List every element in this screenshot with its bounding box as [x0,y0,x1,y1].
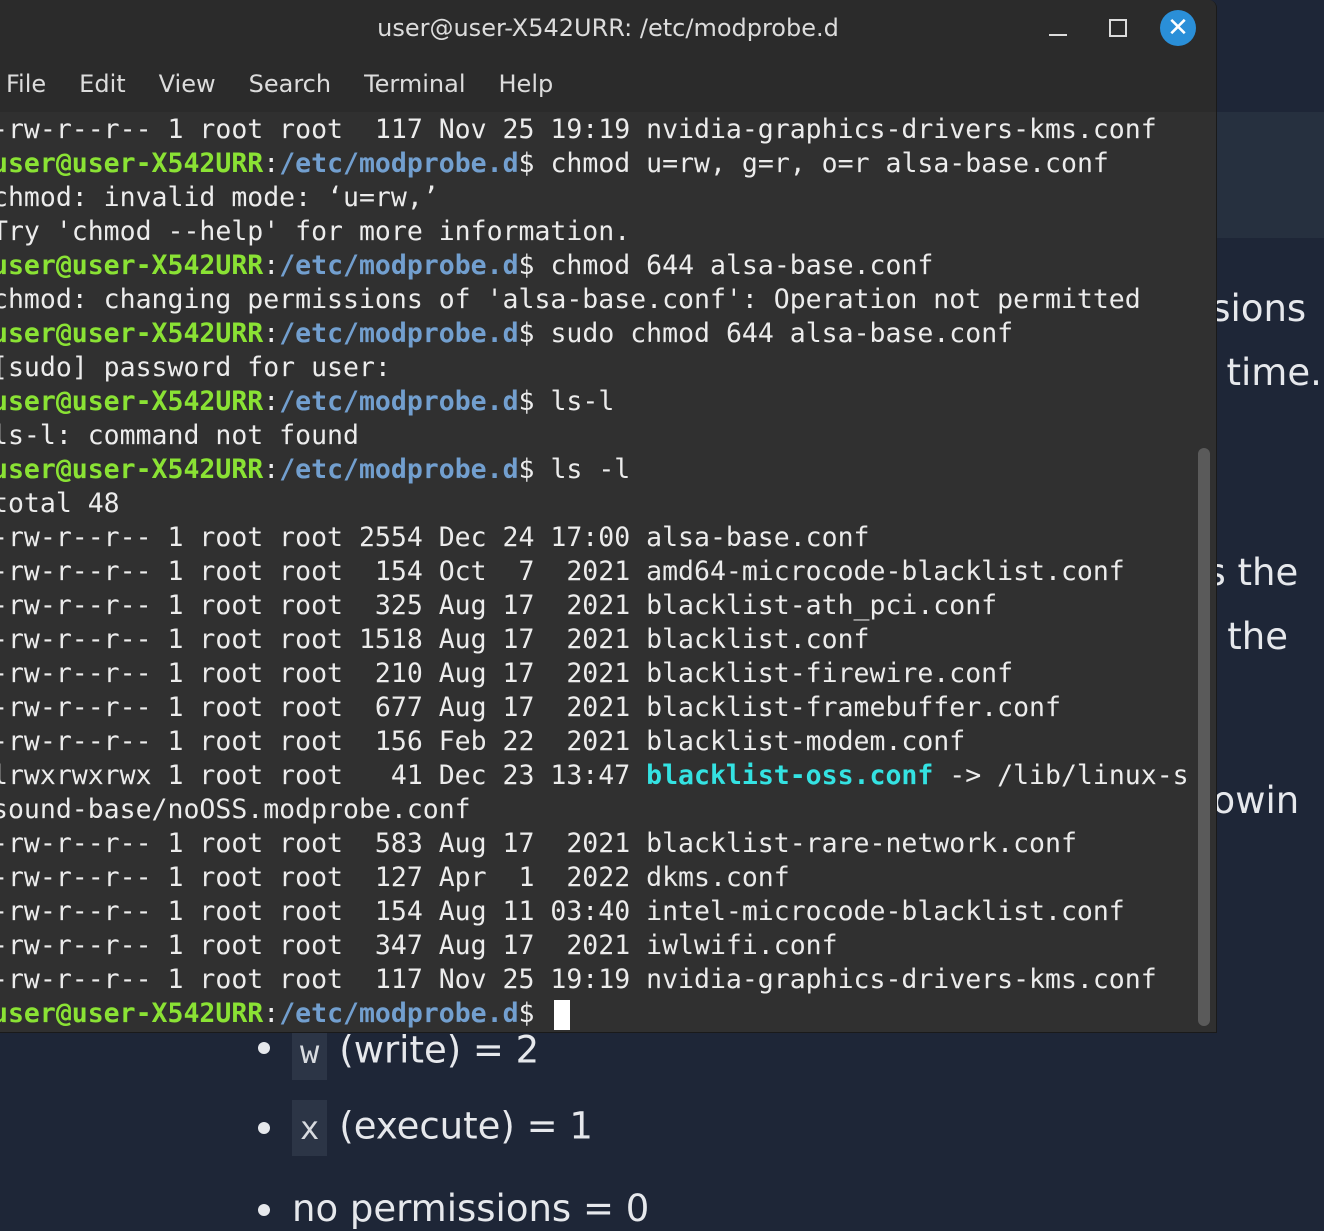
menu-terminal[interactable]: Terminal [364,70,465,98]
text-cursor [554,999,571,1030]
prompt-symbol: $ [518,998,551,1029]
title-bar[interactable]: user@user-X542URR: /etc/modprobe.d ✕ [0,0,1216,56]
background-header-band [1216,112,1324,238]
menu-help[interactable]: Help [499,70,554,98]
listing-text: -> /lib/linux-s [933,760,1189,791]
list-item-text: (execute) = 1 [339,1104,593,1148]
inline-code: x [292,1100,328,1156]
prompt-path: /etc/modprobe.d [279,318,519,349]
maximize-button[interactable] [1100,10,1136,46]
maximize-icon [1109,19,1127,37]
menu-edit[interactable]: Edit [79,70,125,98]
menu-bar: File Edit View Search Terminal Help [0,56,1216,112]
prompt-path: /etc/modprobe.d [279,148,519,179]
prompt-user-host: user@user-X542URR [0,148,264,179]
prompt-colon: : [263,998,280,1029]
prompt-colon: : [263,386,280,417]
terminal-line: user@user-X542URR:/etc/modprobe.d$ chmod… [0,147,1192,181]
terminal-line: -rw-r--r-- 1 root root 1518 Aug 17 2021 … [0,624,870,655]
minimize-button[interactable] [1040,10,1076,46]
terminal-line: -rw-r--r-- 1 root root 677 Aug 17 2021 b… [0,692,1061,723]
terminal-line: lrwxrwxrwx 1 root root 41 Dec 23 13:47 b… [0,759,1192,793]
terminal-line: -rw-r--r-- 1 root root 117 Nov 25 19:19 … [0,964,1157,995]
terminal-line: ls-l: command not found [0,420,359,451]
terminal-line: Try 'chmod --help' for more information. [0,216,631,247]
prompt-symbol: $ [518,318,551,349]
symlink-name: blacklist-oss.conf [646,760,934,791]
prompt-path: /etc/modprobe.d [279,998,519,1029]
terminal-line: user@user-X542URR:/etc/modprobe.d$ [0,997,1192,1031]
close-icon: ✕ [1167,13,1189,43]
prompt-user-host: user@user-X542URR [0,318,264,349]
bullet-icon [258,1042,270,1054]
menu-file[interactable]: File [6,70,46,98]
terminal-line: -rw-r--r-- 1 root root 117 Nov 25 19:19 … [0,114,1157,145]
terminal-output[interactable]: -rw-r--r-- 1 root root 117 Nov 25 19:19 … [0,113,1192,1032]
list-item-text: no permissions = 0 [292,1187,650,1230]
terminal-line: -rw-r--r-- 1 root root 325 Aug 17 2021 b… [0,590,998,621]
command-text: sudo chmod 644 alsa-base.conf [550,318,1014,349]
prompt-symbol: $ [518,148,551,179]
terminal-line: user@user-X542URR:/etc/modprobe.d$ ls -l [0,453,1192,487]
terminal-line: chmod: invalid mode: ‘u=rw,’ [0,182,439,213]
terminal-window[interactable]: user@user-X542URR: /etc/modprobe.d ✕ Fil… [0,0,1217,1033]
prompt-user-host: user@user-X542URR [0,250,264,281]
command-text: ls -l [550,454,631,485]
prompt-symbol: $ [518,386,551,417]
list-item: no permissions = 0 [292,1190,649,1227]
prompt-colon: : [263,318,280,349]
scrollbar[interactable] [1198,448,1210,1026]
prompt-path: /etc/modprobe.d [279,454,519,485]
close-button[interactable]: ✕ [1160,10,1196,46]
prompt-symbol: $ [518,454,551,485]
prompt-user-host: user@user-X542URR [0,998,264,1029]
terminal-line: -rw-r--r-- 1 root root 154 Aug 11 03:40 … [0,896,1125,927]
prompt-colon: : [263,454,280,485]
menu-search[interactable]: Search [249,70,331,98]
minimize-icon [1049,34,1067,36]
prompt-symbol: $ [518,250,551,281]
prompt-user-host: user@user-X542URR [0,386,264,417]
prompt-user-host: user@user-X542URR [0,454,264,485]
list-item: x (execute) = 1 [292,1100,593,1156]
terminal-line: -rw-r--r-- 1 root root 127 Apr 1 2022 dk… [0,862,790,893]
prompt-path: /etc/modprobe.d [279,250,519,281]
window-title: user@user-X542URR: /etc/modprobe.d [377,14,839,42]
terminal-line: -rw-r--r-- 1 root root 2554 Dec 24 17:00… [0,522,870,553]
terminal-line: sound-base/noOSS.modprobe.conf [0,794,471,825]
terminal-line: -rw-r--r-- 1 root root 156 Feb 22 2021 b… [0,726,966,757]
prompt-colon: : [263,250,280,281]
terminal-line: user@user-X542URR:/etc/modprobe.d$ ls-l [0,385,1192,419]
bullet-icon [258,1204,270,1216]
terminal-line: [sudo] password for user: [0,352,391,383]
prompt-colon: : [263,148,280,179]
bullet-icon [258,1122,270,1134]
command-text: ls-l [550,386,615,417]
terminal-line: chmod: changing permissions of 'alsa-bas… [0,284,1141,315]
terminal-line: -rw-r--r-- 1 root root 210 Aug 17 2021 b… [0,658,1014,689]
prompt-path: /etc/modprobe.d [279,386,519,417]
list-item-text: (write) = 2 [339,1028,540,1072]
command-text: chmod u=rw, g=r, o=r alsa-base.conf [550,148,1109,179]
terminal-line: user@user-X542URR:/etc/modprobe.d$ sudo … [0,317,1192,351]
terminal-line: -rw-r--r-- 1 root root 347 Aug 17 2021 i… [0,930,838,961]
listing-text: lrwxrwxrwx 1 root root 41 Dec 23 13:47 [0,760,647,791]
menu-view[interactable]: View [159,70,216,98]
terminal-line: user@user-X542URR:/etc/modprobe.d$ chmod… [0,249,1192,283]
terminal-line: -rw-r--r-- 1 root root 154 Oct 7 2021 am… [0,556,1125,587]
terminal-line: -rw-r--r-- 1 root root 583 Aug 17 2021 b… [0,828,1077,859]
command-text: chmod 644 alsa-base.conf [550,250,934,281]
terminal-line: total 48 [0,488,120,519]
